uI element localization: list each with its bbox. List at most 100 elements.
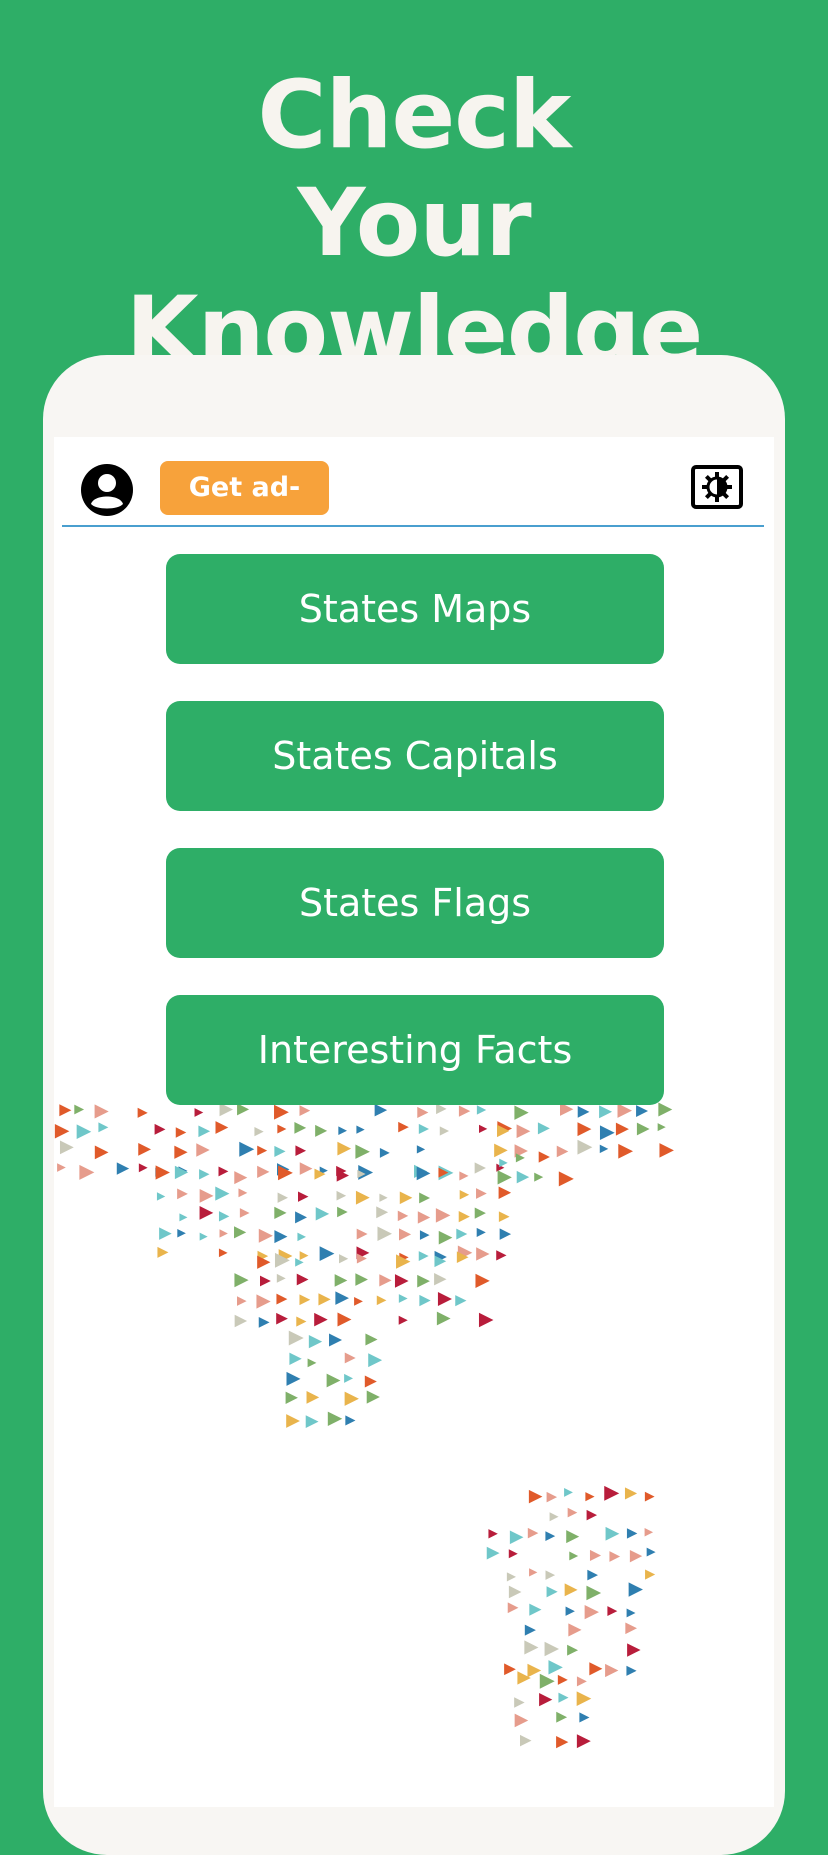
pattern-triangle bbox=[527, 1663, 542, 1678]
pattern-triangle bbox=[379, 1274, 392, 1287]
pattern-triangle bbox=[365, 1333, 378, 1346]
pattern-triangle bbox=[496, 1250, 507, 1261]
pattern-triangle bbox=[199, 1205, 214, 1220]
pattern-triangle bbox=[416, 1145, 426, 1154]
pattern-triangle bbox=[76, 1124, 92, 1140]
pattern-triangle bbox=[514, 1713, 529, 1728]
pattern-triangle bbox=[576, 1676, 587, 1687]
pattern-triangle bbox=[546, 1491, 558, 1503]
pattern-triangle bbox=[277, 1192, 288, 1203]
pattern-triangle bbox=[299, 1162, 313, 1175]
pattern-triangle bbox=[644, 1527, 654, 1537]
pattern-triangle bbox=[59, 1140, 74, 1155]
pattern-triangle bbox=[338, 1126, 347, 1136]
pattern-triangle bbox=[276, 1293, 288, 1305]
pattern-triangle bbox=[196, 1143, 210, 1157]
pattern-triangle bbox=[519, 1734, 532, 1747]
pattern-triangle bbox=[339, 1254, 349, 1264]
pattern-triangle bbox=[605, 1526, 620, 1541]
pattern-triangle bbox=[474, 1207, 486, 1219]
pattern-triangle bbox=[344, 1352, 356, 1364]
pattern-triangle bbox=[335, 1291, 349, 1305]
pattern-triangle bbox=[577, 1105, 590, 1118]
pattern-triangle bbox=[218, 1166, 229, 1177]
pattern-triangle bbox=[586, 1585, 602, 1601]
pattern-triangle bbox=[558, 1692, 569, 1703]
states-capitals-button[interactable]: States Capitals bbox=[166, 701, 664, 811]
pattern-triangle bbox=[276, 1312, 288, 1325]
pattern-triangle bbox=[566, 1530, 580, 1544]
pattern-triangle bbox=[297, 1232, 306, 1242]
pattern-triangle bbox=[307, 1358, 317, 1368]
pattern-triangle bbox=[295, 1145, 307, 1156]
pattern-triangle bbox=[174, 1165, 189, 1180]
pattern-triangle bbox=[368, 1353, 383, 1368]
pattern-triangle bbox=[397, 1210, 409, 1222]
pattern-triangle bbox=[567, 1644, 579, 1656]
pattern-triangle bbox=[308, 1334, 323, 1349]
pattern-triangle bbox=[174, 1145, 188, 1159]
pattern-triangle bbox=[507, 1602, 519, 1614]
pattern-triangle bbox=[528, 1489, 543, 1504]
pattern-triangle bbox=[374, 1103, 388, 1117]
pattern-triangle bbox=[644, 1491, 655, 1502]
pattern-triangle bbox=[515, 1153, 525, 1163]
pattern-triangle bbox=[498, 1211, 510, 1223]
pattern-triangle bbox=[435, 1208, 451, 1223]
pattern-triangle bbox=[599, 1144, 609, 1154]
pattern-triangle bbox=[625, 1622, 638, 1635]
pattern-triangle bbox=[599, 1105, 613, 1119]
pattern-triangle bbox=[584, 1604, 599, 1620]
pattern-triangle bbox=[504, 1663, 516, 1676]
pattern-triangle bbox=[336, 1190, 347, 1201]
pattern-triangle bbox=[295, 1211, 308, 1224]
pattern-triangle bbox=[376, 1295, 387, 1306]
pattern-triangle bbox=[645, 1569, 656, 1580]
pattern-triangle bbox=[297, 1191, 309, 1202]
pattern-triangle bbox=[54, 1124, 70, 1139]
pattern-triangle bbox=[334, 1274, 348, 1287]
pattern-triangle bbox=[296, 1316, 307, 1327]
pattern-triangle bbox=[475, 1273, 490, 1289]
pattern-triangle bbox=[215, 1121, 229, 1134]
pattern-triangle bbox=[398, 1121, 409, 1133]
interesting-facts-button[interactable]: Interesting Facts bbox=[166, 995, 664, 1105]
pattern-triangle bbox=[299, 1105, 311, 1116]
states-flags-button[interactable]: States Flags bbox=[166, 848, 664, 958]
pattern-triangle bbox=[636, 1105, 649, 1118]
pattern-triangle bbox=[329, 1333, 342, 1347]
pattern-triangle bbox=[586, 1509, 598, 1521]
pattern-triangle bbox=[234, 1314, 248, 1328]
pattern-triangle bbox=[344, 1391, 359, 1406]
pattern-triangle bbox=[417, 1211, 431, 1224]
pattern-triangle bbox=[548, 1660, 563, 1675]
pattern-triangle bbox=[239, 1208, 250, 1218]
pattern-triangle bbox=[556, 1735, 569, 1749]
pattern-triangle bbox=[345, 1415, 356, 1426]
pattern-triangle bbox=[579, 1712, 590, 1723]
pattern-triangle bbox=[314, 1312, 328, 1327]
pattern-triangle bbox=[564, 1487, 573, 1497]
pattern-triangle bbox=[618, 1143, 634, 1159]
states-maps-button[interactable]: States Maps bbox=[166, 554, 664, 664]
pattern-triangle bbox=[506, 1572, 516, 1582]
pattern-triangle bbox=[497, 1170, 512, 1185]
pattern-triangle bbox=[234, 1171, 248, 1185]
pattern-triangle bbox=[434, 1273, 447, 1286]
pattern-triangle bbox=[274, 1206, 287, 1220]
pattern-triangle bbox=[337, 1312, 352, 1327]
pattern-triangle bbox=[587, 1569, 598, 1581]
pattern-triangle bbox=[286, 1414, 300, 1428]
pattern-triangle bbox=[344, 1373, 354, 1383]
pattern-triangle bbox=[418, 1123, 429, 1135]
pattern-triangle bbox=[615, 1122, 629, 1136]
pattern-triangle bbox=[556, 1711, 568, 1723]
pattern-triangle bbox=[417, 1274, 430, 1288]
pattern-triangle bbox=[175, 1127, 187, 1138]
pattern-triangle bbox=[488, 1529, 498, 1539]
pattern-triangle bbox=[626, 1528, 638, 1539]
pattern-triangle bbox=[296, 1273, 309, 1286]
pattern-triangle bbox=[419, 1294, 431, 1307]
pattern-triangle bbox=[399, 1191, 413, 1205]
pattern-triangle bbox=[527, 1527, 539, 1539]
